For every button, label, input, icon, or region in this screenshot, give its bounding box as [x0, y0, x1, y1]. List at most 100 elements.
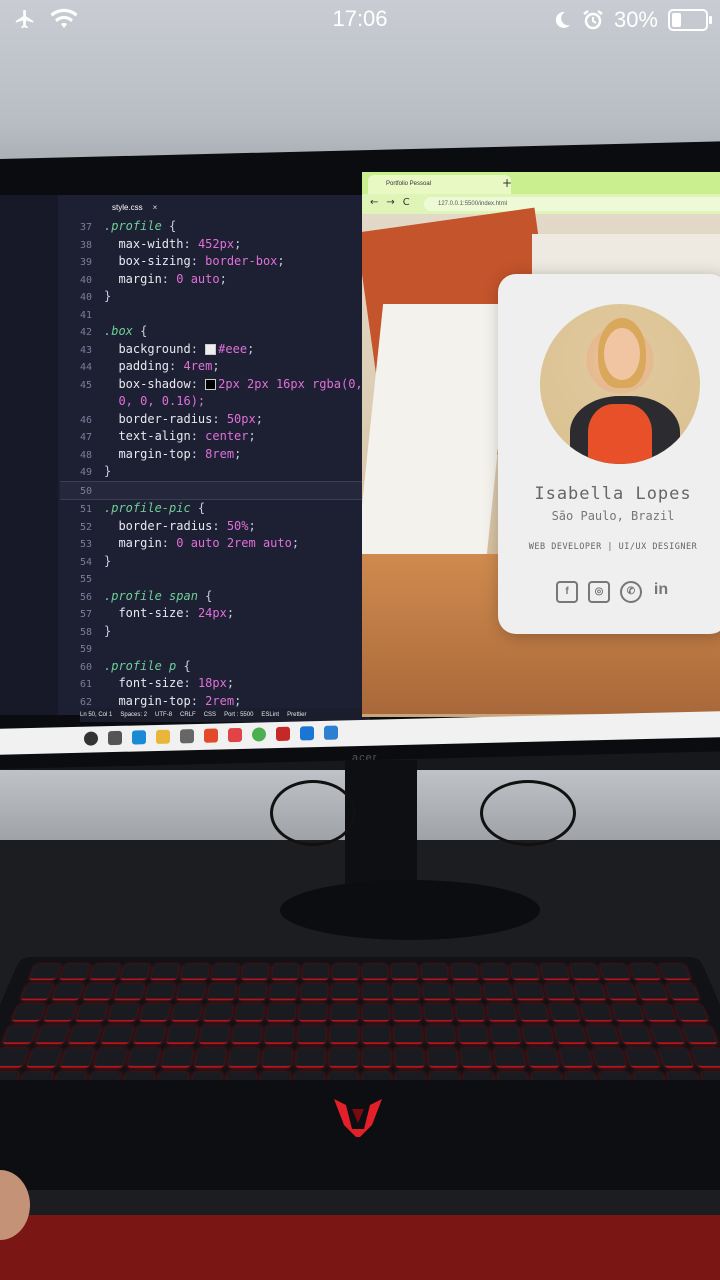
store-icon[interactable]: [180, 729, 194, 744]
css-semicolon: ;: [234, 693, 242, 708]
code-line[interactable]: 40}: [60, 288, 363, 306]
code-line[interactable]: 49}: [60, 463, 363, 481]
css-property: margin: [104, 271, 162, 286]
edge-icon[interactable]: [132, 730, 146, 745]
code-line[interactable]: 47 text-align: center;: [60, 428, 363, 446]
css-colon: :: [161, 536, 177, 550]
browser-window[interactable]: Portfolio Pessoal + ←→C 127.0.0.1:5500/i…: [362, 172, 720, 717]
mail-icon[interactable]: [300, 726, 314, 741]
code-line[interactable]: 53 margin: 0 auto 2rem auto;: [60, 535, 363, 553]
line-number: 53: [79, 539, 92, 550]
css-colon: :: [190, 254, 206, 268]
color-swatch-icon[interactable]: [205, 343, 217, 355]
keyboard-key: [264, 1025, 294, 1044]
address-bar[interactable]: 127.0.0.1:5500/index.html: [424, 197, 720, 211]
line-number: 56: [79, 591, 92, 603]
code-line[interactable]: 45 box-shadow: 2px 2px 16px rgba(0,: [60, 376, 363, 394]
line-number: 40: [79, 292, 92, 303]
chrome-icon[interactable]: [252, 727, 266, 742]
css-selector: .profile span: [104, 588, 198, 603]
code-editor[interactable]: style.css × 37 .profile {38 max-width: 452…: [0, 195, 372, 715]
code-line[interactable]: 38 max-width: 452px;: [60, 236, 363, 254]
css-semicolon: ;: [277, 254, 285, 268]
line-number: 60: [79, 661, 92, 673]
new-tab-icon[interactable]: +: [502, 176, 512, 190]
code-line[interactable]: 43 background: #eee;: [60, 341, 363, 359]
code-line[interactable]: 48 margin-top: 8rem;: [60, 446, 363, 464]
nav-buttons[interactable]: ←→C: [370, 197, 418, 208]
line-number: 38: [79, 239, 92, 251]
whatsapp-icon[interactable]: ✆: [620, 581, 642, 603]
code-line[interactable]: 59: [60, 640, 363, 658]
code-line[interactable]: 56 .profile span {: [60, 588, 363, 606]
app-icon[interactable]: [204, 728, 218, 743]
code-line[interactable]: 0, 0, 0.16);: [60, 393, 363, 411]
task-view-icon[interactable]: [108, 730, 122, 746]
keyboard-key: [113, 983, 145, 1001]
status-item[interactable]: ESLint: [261, 712, 279, 718]
monitor-stand: [345, 760, 417, 900]
keyboard-key: [559, 1048, 593, 1068]
search-icon[interactable]: [84, 731, 98, 746]
keyboard-key: [421, 964, 449, 980]
code-line[interactable]: 60 .profile p {: [60, 658, 363, 676]
keyboard-key: [300, 983, 328, 1001]
status-item[interactable]: Spaces: 2: [120, 712, 147, 718]
code-line[interactable]: 54}: [60, 553, 363, 571]
code-line[interactable]: 61 font-size: 18px;: [60, 675, 363, 693]
code-lines[interactable]: 37 .profile {38 max-width: 452px; 39 box-s…: [60, 218, 363, 710]
line-number: 43: [79, 344, 92, 356]
brave-icon[interactable]: [228, 727, 242, 743]
linkedin-icon[interactable]: in: [652, 581, 670, 599]
webpage: Isabella Lopes São Paulo, Brazil WEB DEV…: [362, 207, 720, 717]
line-number: 39: [79, 257, 92, 268]
app2-icon[interactable]: [276, 726, 290, 742]
facebook-icon[interactable]: f: [556, 581, 578, 603]
keyboard-key: [575, 983, 607, 1001]
keyboard-key: [100, 1025, 134, 1044]
status-item[interactable]: Ln 50, Col 1: [80, 712, 112, 718]
code-line[interactable]: 40 margin: 0 auto;: [60, 271, 363, 289]
code-line[interactable]: 46 border-radius: 50px;: [60, 411, 363, 429]
code-line[interactable]: 41: [60, 306, 363, 324]
keyboard-key: [549, 1004, 581, 1022]
profile-name: Isabella Lopes: [534, 484, 692, 504]
keyboard-key: [166, 1025, 198, 1044]
status-item[interactable]: CSS: [204, 712, 216, 718]
code-line[interactable]: 50: [60, 480, 363, 500]
color-swatch-icon[interactable]: [205, 378, 217, 390]
code-line[interactable]: 39 box-sizing: border-box;: [60, 253, 363, 271]
code-line[interactable]: 51 .profile-pic {: [60, 500, 363, 518]
keyboard-key: [659, 964, 691, 980]
code-line[interactable]: 55: [60, 570, 363, 588]
code-line[interactable]: 42 .box {: [60, 323, 363, 341]
code-line[interactable]: 58}: [60, 623, 363, 641]
browser-tab[interactable]: Portfolio Pessoal: [368, 175, 511, 194]
folder-icon[interactable]: [156, 729, 170, 744]
code-line[interactable]: 57 font-size: 24px;: [60, 605, 363, 623]
css-property: border-radius: [104, 518, 213, 533]
keyboard-key: [180, 964, 210, 980]
background-photo-paper: [362, 304, 514, 554]
status-item[interactable]: UTF-8: [155, 712, 172, 718]
code-line[interactable]: 52 border-radius: 50%;: [60, 518, 363, 536]
keyboard-key: [171, 1004, 202, 1022]
keyboard-key: [395, 1048, 425, 1068]
line-number: 44: [79, 362, 92, 373]
keyboard-key: [271, 964, 299, 980]
status-item[interactable]: CRLF: [180, 712, 196, 718]
vscode-icon[interactable]: [324, 725, 338, 740]
css-property: padding: [104, 359, 170, 373]
instagram-icon[interactable]: ◎: [588, 581, 610, 603]
keyboard-keys: [0, 964, 720, 1093]
keyboard-key: [207, 983, 236, 1001]
status-item[interactable]: Port : 5500: [224, 712, 253, 718]
code-line[interactable]: 44 padding: 4rem;: [60, 358, 363, 376]
tab-style-css[interactable]: style.css ×: [112, 203, 157, 212]
status-item[interactable]: Prettier: [287, 712, 306, 718]
code-line[interactable]: 37 .profile {: [60, 218, 363, 236]
keyboard-key: [266, 1004, 296, 1022]
keyboard-key: [554, 1025, 587, 1044]
keyboard-key: [453, 983, 482, 1001]
close-icon[interactable]: ×: [153, 203, 158, 212]
